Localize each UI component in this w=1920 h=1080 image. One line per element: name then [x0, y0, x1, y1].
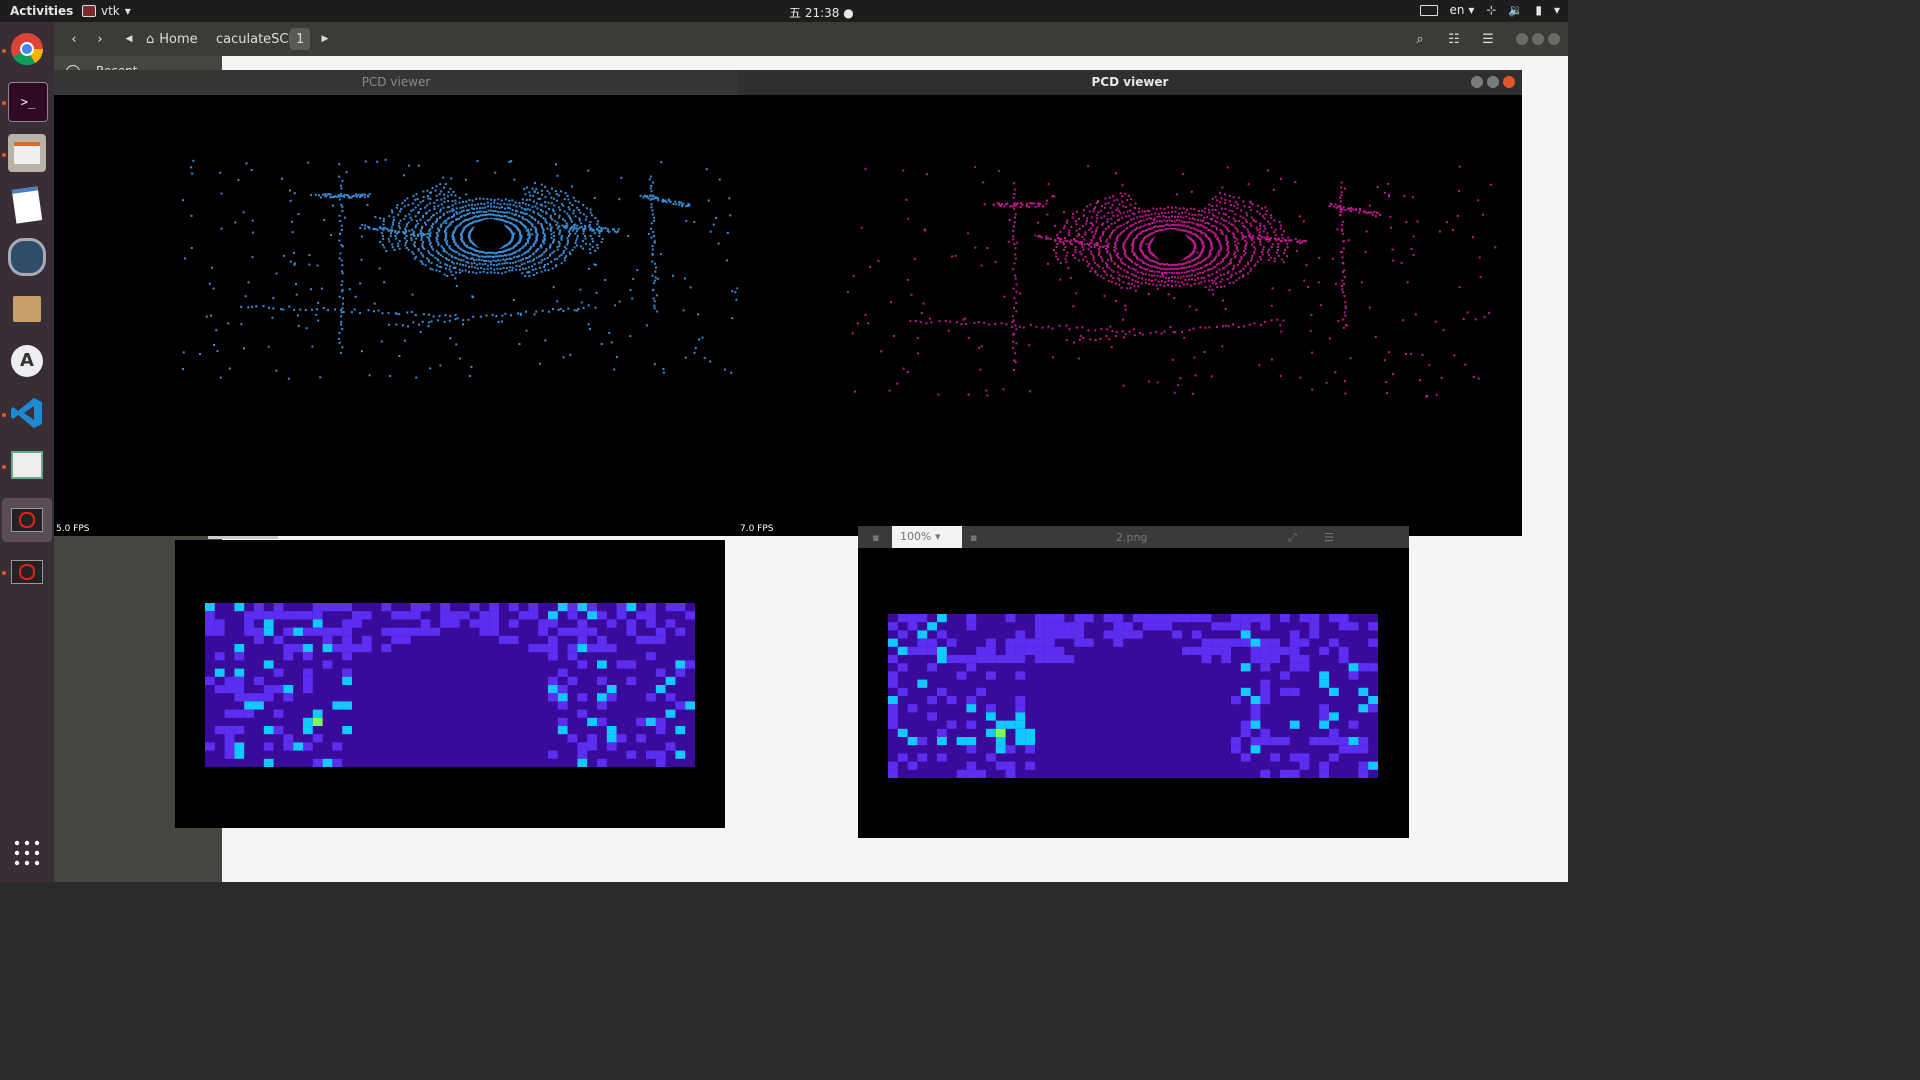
- heatmap-image-left[interactable]: [205, 603, 695, 767]
- minimize-button[interactable]: [1516, 33, 1528, 45]
- running-indicator: [2, 571, 6, 575]
- sensor-origin: [1152, 229, 1190, 263]
- fps-counter: 5.0 FPS: [56, 524, 90, 534]
- point-cloud: [846, 165, 1497, 398]
- path-scroll-right-button[interactable]: ▶: [318, 28, 332, 50]
- chrome-icon[interactable]: [8, 30, 46, 68]
- sensor-origin: [472, 219, 508, 251]
- view-options-icon[interactable]: ☷: [1444, 28, 1464, 50]
- chevron-down-icon[interactable]: ▾: [1554, 3, 1560, 17]
- forward-button[interactable]: ›: [90, 28, 110, 50]
- window-title: PCD viewer: [54, 70, 738, 95]
- breadcrumb-folder[interactable]: caculateSCI: [210, 28, 298, 50]
- breadcrumb-home-label: Home: [159, 31, 198, 47]
- chevron-down-icon: ▾: [124, 4, 131, 18]
- app-name: vtk: [101, 4, 120, 18]
- chevron-right-icon: ›: [97, 31, 103, 47]
- running-indicator: [2, 101, 6, 105]
- running-indicator: [2, 153, 6, 157]
- image-viewer-icon[interactable]: [8, 446, 46, 484]
- image-viewer-header: ▪ 100% ▾ ▪ 2.png ⤢ ☰: [858, 526, 1409, 548]
- clock-text: 五 21:38: [789, 6, 840, 20]
- menu-icon[interactable]: ☰: [1478, 28, 1498, 50]
- breadcrumb-home[interactable]: ⌂ Home: [140, 28, 204, 50]
- activities-button[interactable]: Activities: [10, 4, 73, 18]
- zoom-value: 100%: [900, 530, 932, 543]
- breadcrumb-folder-label: caculateSCI: [216, 31, 293, 47]
- software-updater-icon[interactable]: A: [8, 342, 46, 380]
- point-cloud-canvas[interactable]: [738, 95, 1522, 536]
- path-scroll-left-button[interactable]: ◀: [122, 28, 136, 50]
- heatmap-image-right[interactable]: [888, 614, 1378, 778]
- zoom-select[interactable]: 100% ▾: [892, 526, 962, 548]
- system-tray[interactable]: en ▾ ⊹ 🔉 ▮ ▾: [1419, 3, 1560, 17]
- vscode-icon[interactable]: [8, 394, 46, 432]
- running-indicator: [2, 49, 6, 53]
- archive-manager-icon[interactable]: [8, 290, 46, 328]
- breadcrumb-current-label: 1: [296, 31, 305, 47]
- image-filename: 2.png: [1116, 531, 1148, 544]
- language-text: en: [1449, 3, 1465, 17]
- notification-dot-icon: ●: [843, 6, 854, 20]
- back-button[interactable]: ‹: [64, 28, 84, 50]
- pcd-viewer-1-icon[interactable]: [2, 498, 52, 542]
- running-indicator: [2, 413, 6, 417]
- top-bar: Activities vtk ▾ 五 21:38 ● en ▾ ⊹ 🔉 ▮ ▾: [0, 0, 1568, 22]
- fps-counter: 7.0 FPS: [740, 524, 774, 534]
- fullscreen-icon[interactable]: ⤢: [1288, 531, 1297, 545]
- pcd-viewer-2-icon[interactable]: [2, 550, 52, 594]
- maximize-button[interactable]: [1532, 33, 1544, 45]
- progress-bar: [208, 536, 278, 539]
- app-icon: [82, 5, 96, 17]
- menu-icon[interactable]: ☰: [1324, 531, 1334, 544]
- breadcrumb-current[interactable]: 1: [290, 28, 311, 50]
- close-button[interactable]: [1548, 33, 1560, 45]
- point-cloud-canvas[interactable]: [54, 95, 738, 536]
- text-editor-icon[interactable]: [8, 186, 46, 224]
- file-manager-header: ‹ › ◀ ⌂ Home caculateSCI 1 ▶ ⌕ ☷ ☰: [54, 22, 1568, 56]
- pcd-viewer-right-window[interactable]: PCD viewer 7.0 FPS: [738, 70, 1522, 536]
- point-cloud: [182, 158, 738, 380]
- apps-grid-icon[interactable]: [8, 834, 46, 872]
- pcd-viewer-left-window[interactable]: PCD viewer 5.0 FPS: [54, 70, 738, 536]
- home-icon: ⌂: [146, 31, 155, 47]
- keyboard-icon[interactable]: [1419, 4, 1438, 16]
- app-menu[interactable]: vtk ▾: [82, 4, 131, 18]
- running-indicator: [2, 465, 6, 469]
- minimize-button[interactable]: [1471, 76, 1483, 88]
- fps-text: 5.0 FPS: [56, 524, 90, 534]
- maximize-button[interactable]: [1487, 76, 1499, 88]
- rotate-icon[interactable]: ▪: [970, 531, 977, 544]
- battery-icon[interactable]: ▮: [1535, 3, 1542, 17]
- image-viewer-right: [858, 548, 1409, 838]
- window-title: PCD viewer: [738, 70, 1522, 95]
- close-button[interactable]: [1503, 76, 1515, 88]
- image-viewer-left: [175, 540, 725, 828]
- search-icon[interactable]: ⌕: [1410, 28, 1430, 50]
- files-icon[interactable]: [8, 134, 46, 172]
- language-indicator[interactable]: en ▾: [1450, 3, 1475, 17]
- terminal-icon[interactable]: >_: [8, 82, 48, 122]
- network-icon[interactable]: ⊹: [1486, 3, 1496, 17]
- volume-icon[interactable]: 🔉: [1508, 3, 1523, 17]
- fps-text: 7.0 FPS: [740, 524, 774, 534]
- gallery-icon[interactable]: ▪: [872, 531, 879, 544]
- dock: >_ A: [0, 22, 54, 882]
- system-monitor-icon[interactable]: [8, 238, 46, 276]
- clock[interactable]: 五 21:38 ●: [789, 4, 854, 21]
- chevron-left-icon: ‹: [71, 31, 77, 47]
